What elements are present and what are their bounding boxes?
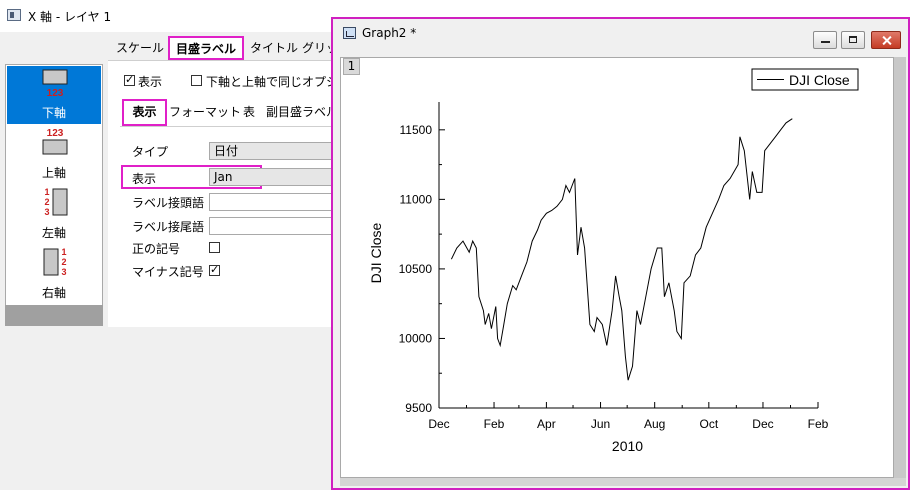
x-tick-label: Feb <box>808 417 829 431</box>
x-tick-label: Feb <box>484 417 505 431</box>
series-line-dji-close <box>450 118 793 381</box>
dji-close-line-chart: 9500 10000 10500 11000 11500 Dec Feb Apr Jun Aug O… <box>368 68 859 454</box>
x-tick-label: Apr <box>537 417 556 431</box>
x-tick-label: Dec <box>752 417 773 431</box>
legend-label: DJI Close <box>789 72 850 88</box>
x-tick-label: Dec <box>428 417 449 431</box>
x-axis-title: 2010 <box>612 438 643 454</box>
y-tick-label: 10500 <box>399 262 433 276</box>
y-tick-label: 11000 <box>400 192 433 206</box>
y-axis-title: DJI Close <box>368 222 384 283</box>
y-tick-label: 9500 <box>405 401 432 415</box>
x-tick-label: Oct <box>699 417 718 431</box>
x-tick-label: Aug <box>644 417 665 431</box>
x-tick-label: Jun <box>591 417 610 431</box>
y-tick-label: 11500 <box>400 123 433 137</box>
y-tick-label: 10000 <box>399 331 433 345</box>
